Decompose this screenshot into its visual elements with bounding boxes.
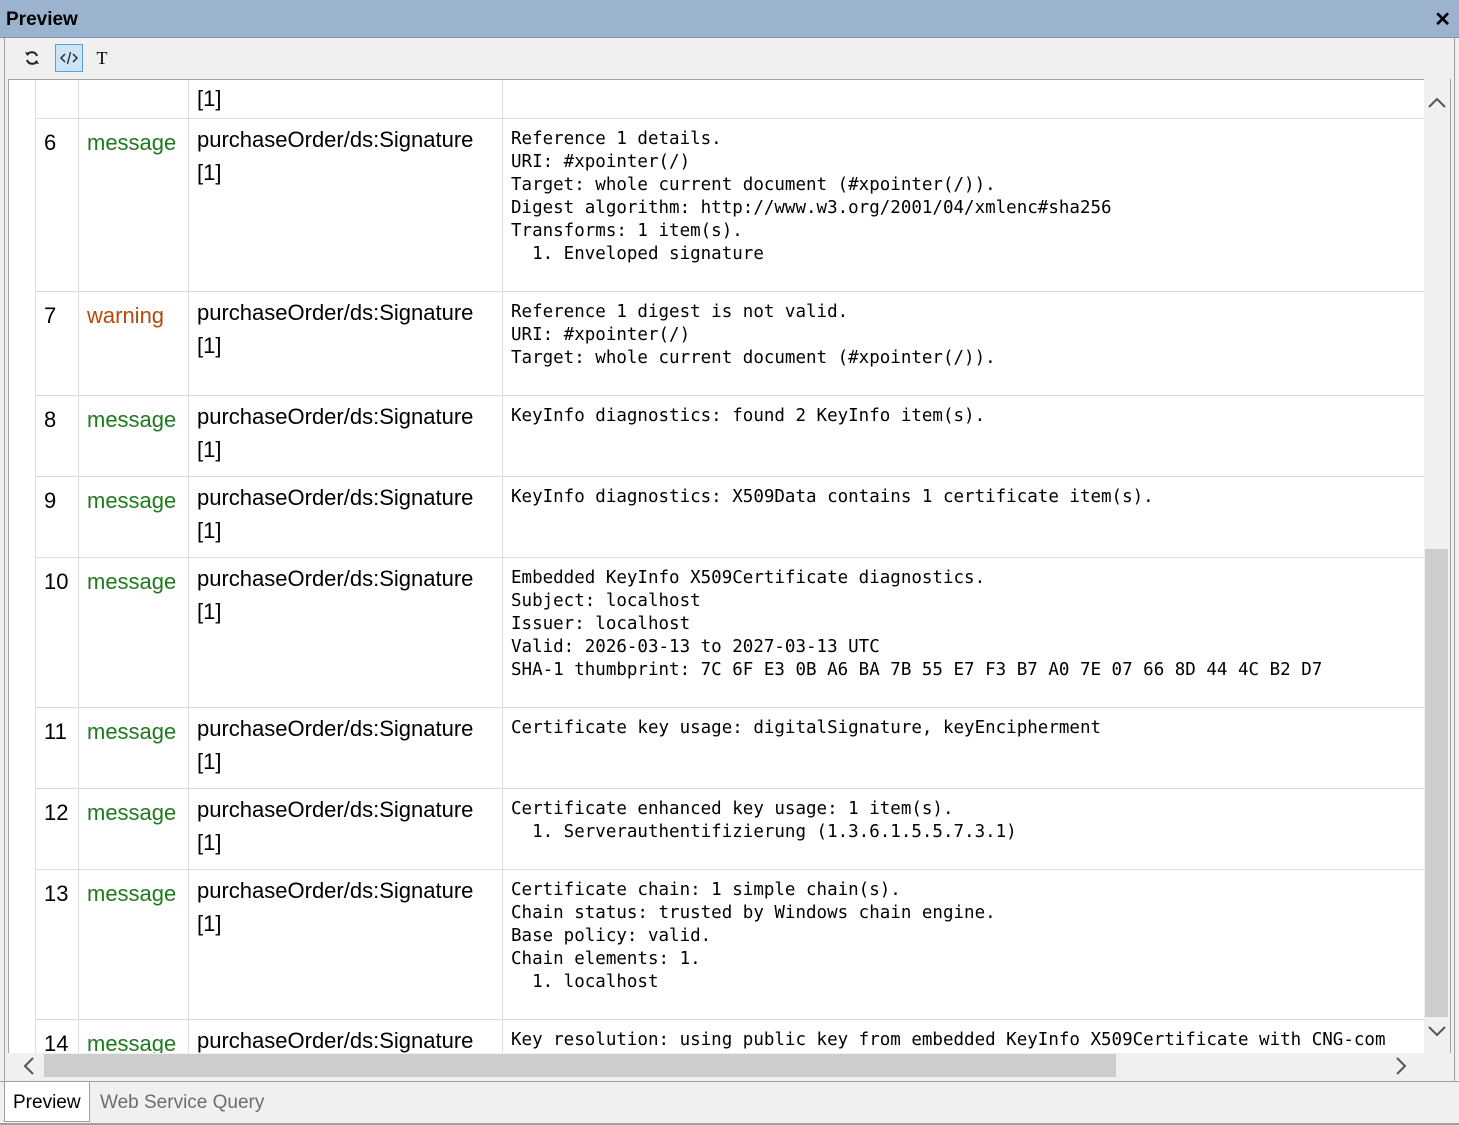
table-row[interactable]: 8 message purchaseOrder/ds:Signature [1] Key… xyxy=(35,396,1425,477)
row-location-index: [1] xyxy=(197,437,222,462)
row-message: Reference 1 details. URI: #xpointer(/) T… xyxy=(502,119,1425,291)
text-view-icon: T xyxy=(96,47,108,68)
row-number-cell xyxy=(35,80,78,118)
vertical-scroll-thumb[interactable] xyxy=(1425,549,1448,1017)
row-location-path: purchaseOrder/ds:Signature xyxy=(197,1028,474,1053)
row-location-index: [1] xyxy=(197,333,222,358)
table-row[interactable]: 9 message purchaseOrder/ds:Signature [1] Key… xyxy=(35,477,1425,558)
row-type-label: message xyxy=(78,396,188,476)
row-number: 6 xyxy=(35,119,78,291)
row-type-label: warning xyxy=(78,292,188,395)
row-location-cell: [1] xyxy=(188,80,502,118)
row-location-cell: purchaseOrder/ds:Signature [1] xyxy=(188,292,502,395)
horizontal-scroll-thumb[interactable] xyxy=(44,1054,1116,1077)
bottom-tab-bar: Preview Web Service Query xyxy=(0,1081,1459,1125)
refresh-icon xyxy=(25,51,39,65)
row-message: KeyInfo diagnostics: X509Data contains 1… xyxy=(502,477,1425,557)
row-type-cell xyxy=(78,80,188,118)
row-location-cell: purchaseOrder/ds:Signature [1] xyxy=(188,558,502,707)
scroll-left-arrow[interactable] xyxy=(14,1053,44,1079)
chevron-down-icon xyxy=(1428,1026,1446,1037)
code-view-button[interactable] xyxy=(55,44,83,72)
results-panel: [1] 6 message purchaseOrder/ds:Signature [1… xyxy=(8,79,1451,1053)
tab-preview[interactable]: Preview xyxy=(4,1082,90,1122)
row-number: 7 xyxy=(35,292,78,395)
row-location-index: [1] xyxy=(197,749,222,774)
row-location-path: purchaseOrder/ds:Signature xyxy=(197,404,474,429)
table-row[interactable]: 7 warning purchaseOrder/ds:Signature [1] Ref… xyxy=(35,292,1425,396)
row-number: 10 xyxy=(35,558,78,707)
row-message: Certificate chain: 1 simple chain(s). Ch… xyxy=(502,870,1425,1019)
row-number: 11 xyxy=(35,708,78,788)
row-type-label: message xyxy=(78,1020,188,1053)
row-location-path: purchaseOrder/ds:Signature xyxy=(197,716,474,741)
row-location-path: purchaseOrder/ds:Signature xyxy=(197,485,474,510)
window-title: Preview xyxy=(6,9,78,30)
window-titlebar: Preview ✕ xyxy=(0,0,1459,38)
row-location-cell: purchaseOrder/ds:Signature [1] xyxy=(188,708,502,788)
row-type-label: message xyxy=(78,558,188,707)
row-message-cell xyxy=(502,80,1425,118)
row-message: Certificate enhanced key usage: 1 item(s… xyxy=(502,789,1425,869)
toolbar: T xyxy=(8,40,1451,78)
table-row[interactable]: 13 message purchaseOrder/ds:Signature [1] Ce… xyxy=(35,870,1425,1020)
row-type-label: message xyxy=(78,477,188,557)
row-type-label: message xyxy=(78,789,188,869)
table-row[interactable]: 11 message purchaseOrder/ds:Signature [1] Ce… xyxy=(35,708,1425,789)
row-type-label: message xyxy=(78,119,188,291)
row-number: 9 xyxy=(35,477,78,557)
row-number: 13 xyxy=(35,870,78,1019)
close-icon[interactable]: ✕ xyxy=(1434,7,1451,32)
row-location-index: [1] xyxy=(197,160,222,185)
row-location-cell: purchaseOrder/ds:Signature[1] xyxy=(188,1020,502,1053)
refresh-button[interactable] xyxy=(18,44,46,72)
scroll-up-arrow[interactable] xyxy=(1424,91,1450,115)
horizontal-scrollbar[interactable] xyxy=(8,1053,1424,1079)
row-location-path: purchaseOrder/ds:Signature xyxy=(197,878,474,903)
row-location-path: purchaseOrder/ds:Signature xyxy=(197,566,474,591)
row-location-cell: purchaseOrder/ds:Signature [1] xyxy=(188,789,502,869)
row-location-index: [1] xyxy=(197,599,222,624)
row-location-cell: purchaseOrder/ds:Signature [1] xyxy=(188,119,502,291)
scroll-right-arrow[interactable] xyxy=(1386,1053,1416,1079)
row-message: KeyInfo diagnostics: found 2 KeyInfo ite… xyxy=(502,396,1425,476)
row-location-index: [1] xyxy=(197,518,222,543)
row-message: Certificate key usage: digitalSignature,… xyxy=(502,708,1425,788)
chevron-up-icon xyxy=(1428,97,1446,108)
table-row[interactable]: 12 message purchaseOrder/ds:Signature [1] Ce… xyxy=(35,789,1425,870)
table-row[interactable]: 6 message purchaseOrder/ds:Signature [1] Ref… xyxy=(35,119,1425,292)
tab-web-service-query[interactable]: Web Service Query xyxy=(92,1082,272,1122)
row-location-cell: purchaseOrder/ds:Signature [1] xyxy=(188,396,502,476)
row-location-index: [1] xyxy=(197,86,222,111)
row-location-cell: purchaseOrder/ds:Signature [1] xyxy=(188,477,502,557)
table-row[interactable]: 10 message purchaseOrder/ds:Signature [1] Em… xyxy=(35,558,1425,708)
row-number: 8 xyxy=(35,396,78,476)
vertical-scrollbar[interactable] xyxy=(1424,79,1450,1053)
row-location-index: [1] xyxy=(197,911,222,936)
row-message: Reference 1 digest is not valid. URI: #x… xyxy=(502,292,1425,395)
scroll-down-arrow[interactable] xyxy=(1424,1019,1450,1043)
chevron-left-icon xyxy=(23,1057,34,1075)
row-location-index: [1] xyxy=(197,830,222,855)
row-number: 12 xyxy=(35,789,78,869)
row-location-path: purchaseOrder/ds:Signature xyxy=(197,300,474,325)
table-row-partial: [1] xyxy=(35,80,1425,119)
row-location-path: purchaseOrder/ds:Signature xyxy=(197,127,474,152)
table-row[interactable]: 14messagepurchaseOrder/ds:Signature[1]Ke… xyxy=(35,1020,1425,1053)
row-number: 14 xyxy=(35,1020,78,1053)
row-type-label: message xyxy=(78,870,188,1019)
chevron-right-icon xyxy=(1396,1057,1407,1075)
row-location-path: purchaseOrder/ds:Signature xyxy=(197,797,474,822)
row-message: Key resolution: using public key from em… xyxy=(502,1020,1425,1053)
row-type-label: message xyxy=(78,708,188,788)
code-view-icon xyxy=(60,51,78,65)
row-message: Embedded KeyInfo X509Certificate diagnos… xyxy=(502,558,1425,707)
text-view-button[interactable]: T xyxy=(88,44,116,72)
row-location-cell: purchaseOrder/ds:Signature [1] xyxy=(188,870,502,1019)
